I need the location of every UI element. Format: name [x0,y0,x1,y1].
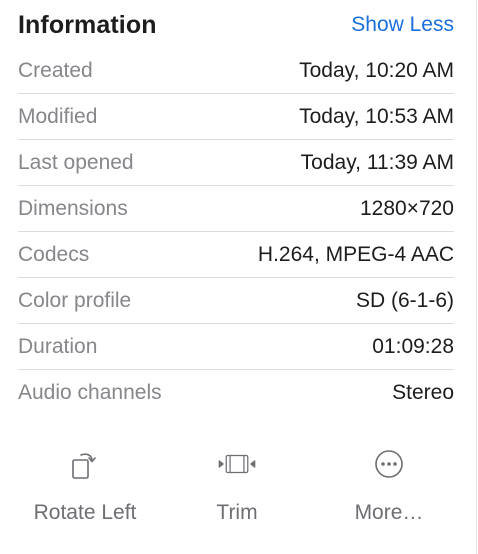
info-row-dimensions: Dimensions 1280×720 [18,186,454,232]
info-label: Color profile [18,288,132,312]
info-value: Stereo [392,381,454,404]
info-panel: Information Show Less Created Today, 10:… [0,0,477,554]
info-value: SD (6-1-6) [355,288,454,312]
trim-icon [217,444,257,484]
info-row-duration: Duration 01:09:28 [18,324,454,370]
info-value: Today, 10:20 AM [299,58,454,82]
info-label: Dimensions [18,196,128,220]
info-row-created: Created Today, 10:20 AM [18,48,454,94]
info-label: Audio channels [18,381,162,404]
more-label: More… [354,501,424,524]
info-row-audio-channels: Audio channels Stereo [18,370,454,416]
info-row-last-opened: Last opened Today, 11:39 AM [18,140,454,186]
info-value: 1280×720 [359,196,454,220]
info-title: Information [18,10,157,39]
info-row-codecs: Codecs H.264, MPEG-4 AAC [18,232,454,278]
info-list: Created Today, 10:20 AM Modified Today, … [18,48,454,416]
rotate-left-icon [65,444,105,484]
more-icon [369,444,409,484]
info-row-color-profile: Color profile SD (6-1-6) [18,278,454,324]
info-header: Information Show Less [18,8,454,42]
info-value: Today, 11:39 AM [300,150,454,174]
quick-actions-bar: Rotate Left Trim More… [0,436,476,536]
info-label: Modified [18,104,98,128]
rotate-left-label: Rotate Left [33,501,137,524]
info-label: Codecs [18,242,90,266]
info-label: Duration [18,334,98,358]
more-button[interactable]: More… [314,436,464,536]
info-value: H.264, MPEG-4 AAC [257,242,454,266]
trim-label: Trim [216,501,258,524]
info-row-modified: Modified Today, 10:53 AM [18,94,454,140]
info-value: Today, 10:53 AM [299,104,454,128]
show-less-link[interactable]: Show Less [351,13,454,37]
trim-button[interactable]: Trim [162,436,312,536]
rotate-left-button[interactable]: Rotate Left [10,436,160,536]
info-label: Created [18,58,93,82]
info-label: Last opened [18,150,134,174]
info-value: 01:09:28 [372,334,454,358]
